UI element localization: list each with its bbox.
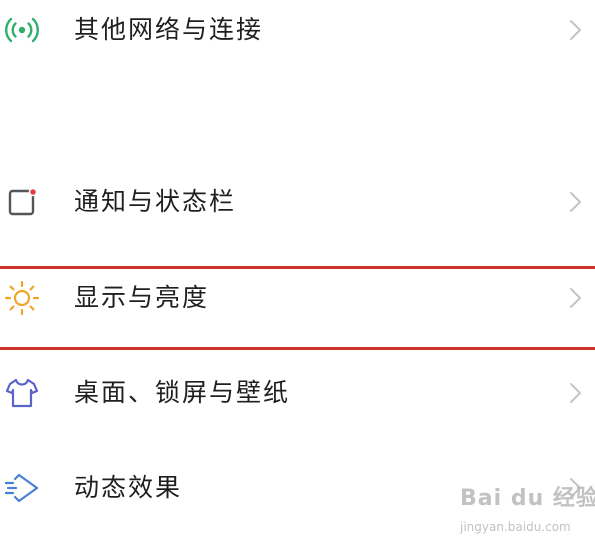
notification-square-icon: [0, 180, 44, 224]
settings-item-label: 其他网络与连接: [74, 15, 264, 44]
highlight-border-bottom: [0, 347, 595, 350]
wireless-signal-icon: [0, 8, 44, 52]
settings-item-label: 动态效果: [74, 473, 183, 502]
settings-item-desktop-wallpaper[interactable]: 桌面、锁屏与壁纸: [0, 363, 595, 423]
sun-brightness-icon: [0, 276, 44, 320]
motion-effects-icon: [0, 466, 44, 510]
chevron-right-icon: [570, 383, 581, 403]
chevron-right-icon: [570, 288, 581, 308]
baidu-watermark: Bai du 经验 jingyan.baidu.com: [452, 476, 595, 544]
settings-item-label: 桌面、锁屏与壁纸: [74, 378, 291, 407]
chevron-right-icon: [570, 20, 581, 40]
watermark-url: jingyan.baidu.com: [460, 520, 571, 534]
watermark-brand: Bai du 经验: [460, 486, 595, 511]
chevron-right-icon: [570, 192, 581, 212]
settings-item-other-networks[interactable]: 其他网络与连接: [0, 0, 595, 60]
settings-item-display-brightness[interactable]: 显示与亮度: [0, 268, 595, 328]
shirt-icon: [0, 371, 44, 415]
settings-item-notifications[interactable]: 通知与状态栏: [0, 172, 595, 232]
settings-item-label: 通知与状态栏: [74, 187, 237, 216]
settings-item-label: 显示与亮度: [74, 283, 210, 312]
